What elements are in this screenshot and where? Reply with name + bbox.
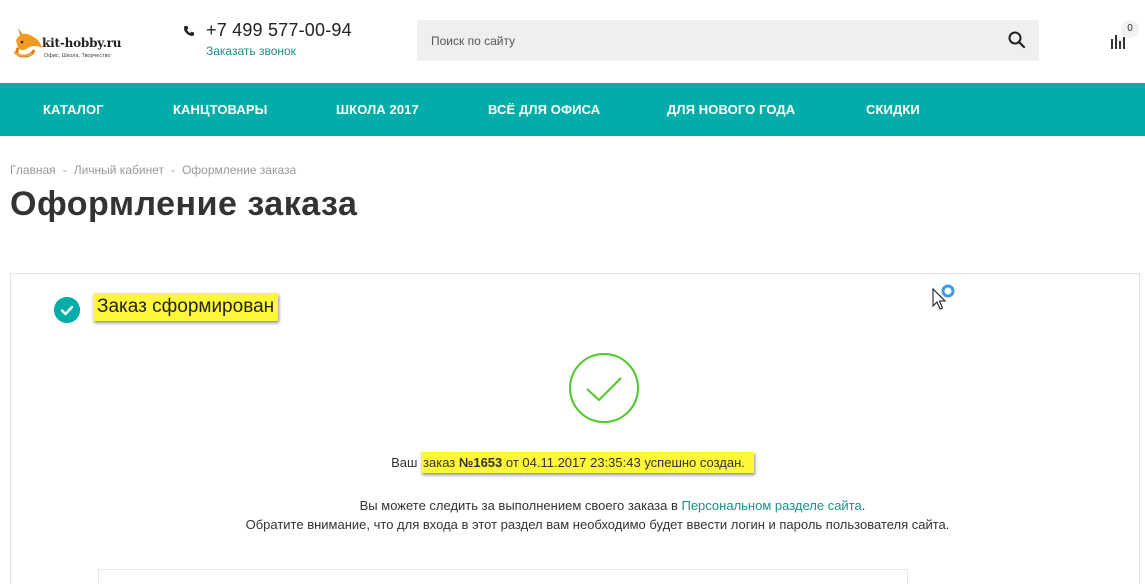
search-form <box>417 20 1039 61</box>
page-title: Оформление заказа <box>10 185 358 223</box>
check-icon <box>54 297 80 323</box>
mouse-cursor-icon <box>932 284 955 310</box>
site-header: kit-hobby.ru Офис, Школа, Творчество +7 … <box>0 0 1145 83</box>
breadcrumb-separator: - <box>62 163 67 177</box>
order-number: №1653 <box>458 455 503 470</box>
compare-count-badge: 0 <box>1121 20 1139 38</box>
site-logo[interactable]: kit-hobby.ru Офис, Школа, Творчество <box>12 20 127 64</box>
order-highlight: заказ №1653 от 04.11.2017 23:35:43 успеш… <box>421 452 754 473</box>
nav-item-office[interactable]: ВСЁ ДЛЯ ОФИСА <box>488 83 600 136</box>
order-created-message: Ваш заказ №1653 от 04.11.2017 23:35:43 у… <box>0 452 1145 473</box>
order-line-prefix: Ваш <box>391 455 422 470</box>
success-check-icon <box>569 353 639 423</box>
nav-item-sale[interactable]: СКИДКИ <box>866 83 920 136</box>
info-prefix: Вы можете следить за выполнением своего … <box>359 498 682 513</box>
order-line-suffix: от 04.11.2017 23:35:43 успешно создан. <box>502 455 745 470</box>
phone-number[interactable]: +7 499 577-00-94 <box>206 20 352 41</box>
logo-tagline: Офис, Школа, Творчество <box>44 53 111 59</box>
order-details-box <box>98 569 908 584</box>
order-status-title: Заказ сформирован <box>93 293 279 321</box>
nav-item-new-year[interactable]: ДЛЯ НОВОГО ГОДА <box>667 83 795 136</box>
order-tracking-info: Вы можете следить за выполнением своего … <box>40 498 1145 513</box>
nav-item-school[interactable]: ШКОЛА 2017 <box>336 83 419 136</box>
nav-item-stationery[interactable]: КАНЦТОВАРЫ <box>173 83 267 136</box>
breadcrumb-account[interactable]: Личный кабинет <box>74 163 164 177</box>
search-input[interactable] <box>417 20 997 61</box>
breadcrumb-current: Оформление заказа <box>181 163 297 177</box>
order-line-word: заказ <box>423 455 459 470</box>
logo-brand-text: kit-hobby.ru <box>42 36 122 50</box>
login-notice: Обратите внимание, что для входа в этот … <box>245 517 950 532</box>
breadcrumb-separator: - <box>170 163 175 177</box>
callback-link[interactable]: Заказать звонок <box>206 44 296 58</box>
main-nav: КАТАЛОГ КАНЦТОВАРЫ ШКОЛА 2017 ВСЁ ДЛЯ ОФ… <box>0 83 1145 136</box>
phone-icon <box>184 26 194 36</box>
breadcrumb: Главная - Личный кабинет - Оформление заказа <box>10 163 296 177</box>
search-icon[interactable] <box>1007 30 1027 50</box>
nav-item-catalog[interactable]: КАТАЛОГ <box>43 83 104 136</box>
personal-section-link[interactable]: Персональном разделе сайта <box>681 498 861 513</box>
info-suffix: . <box>861 498 866 513</box>
breadcrumb-home[interactable]: Главная <box>10 163 56 177</box>
